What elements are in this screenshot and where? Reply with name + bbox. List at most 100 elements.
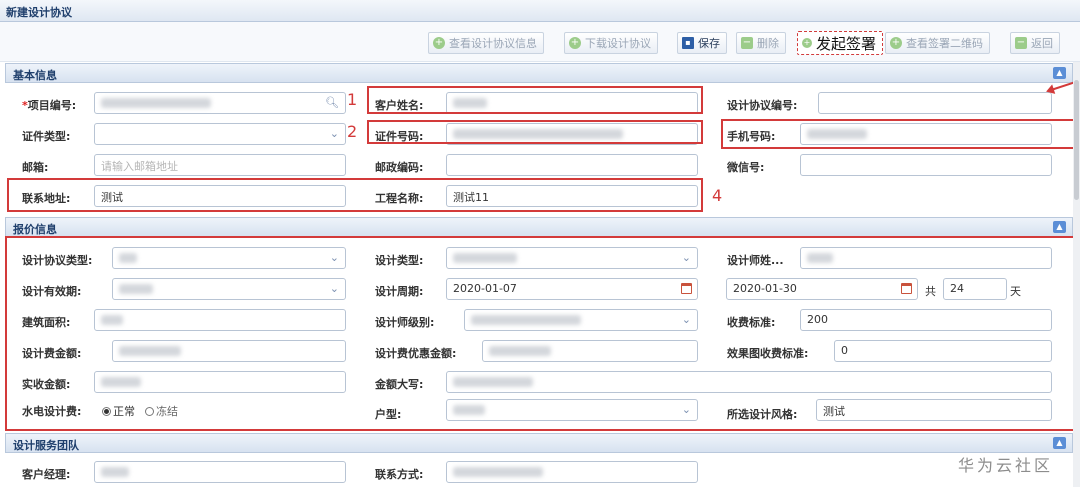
save-button[interactable]: ▪ 保存: [677, 32, 727, 54]
annotation-number-2: 2: [347, 122, 358, 141]
chevron-down-icon: ⌄: [681, 403, 691, 416]
design-type-select[interactable]: ⌄: [446, 247, 698, 269]
design-fee-input[interactable]: [112, 340, 346, 362]
mobile-input[interactable]: [800, 123, 1052, 145]
fee-standard-label: 收费标准:: [727, 316, 776, 329]
project-no-input[interactable]: 🔍︎: [94, 92, 346, 114]
view-signing-qr-button[interactable]: + 查看签署二维码: [885, 32, 990, 54]
discount-label: 设计费优惠金额:: [375, 347, 457, 360]
total-days-input[interactable]: 24: [943, 278, 1007, 300]
mobile-label: 手机号码:: [727, 130, 776, 143]
wechat-input[interactable]: [800, 154, 1052, 176]
chevron-down-icon: ⌄: [681, 313, 691, 326]
chevron-down-icon: ⌄: [329, 251, 339, 264]
mep-fee-label: 水电设计费:: [22, 405, 82, 418]
annotation-number-1: 1: [347, 90, 358, 109]
plus-icon: +: [890, 37, 902, 49]
agreement-no-label: 设计协议编号:: [727, 99, 798, 112]
designer-name-label: 设计师姓...: [727, 254, 784, 267]
email-label: 邮箱:: [22, 161, 49, 174]
search-icon[interactable]: 🔍︎: [325, 96, 339, 109]
plus-icon: +: [802, 38, 812, 48]
window-titlebar: 新建设计协议: [0, 0, 1080, 22]
fee-standard-input[interactable]: 200: [800, 309, 1052, 331]
agreement-no-input[interactable]: [818, 92, 1052, 114]
area-input[interactable]: [94, 309, 346, 331]
id-type-select[interactable]: ⌄: [94, 123, 346, 145]
project-name-input[interactable]: 测试11: [446, 185, 698, 207]
house-type-label: 户型:: [375, 408, 402, 421]
minus-icon: −: [1015, 37, 1027, 49]
house-type-select[interactable]: ⌄: [446, 399, 698, 421]
design-type-label: 设计类型:: [375, 254, 424, 267]
wechat-label: 微信号:: [727, 161, 765, 174]
customer-name-label: 客户姓名:: [375, 99, 424, 112]
agreement-type-select[interactable]: ⌄: [112, 247, 346, 269]
collapse-icon[interactable]: ▲: [1053, 437, 1066, 449]
amount-words-label: 金额大写:: [375, 378, 424, 391]
designer-name-input[interactable]: [800, 247, 1052, 269]
actual-amount-input[interactable]: [94, 371, 346, 393]
contact-input[interactable]: [446, 461, 698, 483]
plus-icon: +: [433, 37, 445, 49]
actual-amount-label: 实收金额:: [22, 378, 71, 391]
download-agreement-button[interactable]: + 下载设计协议: [564, 32, 658, 54]
agreement-type-label: 设计协议类型:: [22, 254, 93, 267]
toolbar: + 查看设计协议信息 + 下载设计协议 ▪ 保存 − 删除 + 发起签署 + 查看签署二维码…: [0, 22, 1080, 62]
contact-label: 联系方式:: [375, 468, 424, 481]
window-title: 新建设计协议: [6, 6, 72, 19]
render-fee-label: 效果图收费标准:: [727, 347, 809, 360]
calendar-icon[interactable]: [681, 283, 692, 294]
period-end-input[interactable]: 2020-01-30: [726, 278, 918, 300]
style-input[interactable]: 测试: [816, 399, 1052, 421]
annotation-number-4: 4: [712, 186, 723, 205]
period-start-input[interactable]: 2020-01-07: [446, 278, 698, 300]
watermark: 华为云社区: [958, 456, 1054, 475]
customer-name-input[interactable]: [446, 92, 698, 114]
address-input[interactable]: 测试: [94, 185, 346, 207]
chevron-down-icon: ⌄: [681, 251, 691, 264]
view-agreement-info-button[interactable]: + 查看设计协议信息: [428, 32, 544, 54]
collapse-icon[interactable]: ▲: [1053, 67, 1066, 79]
validity-select[interactable]: ⌄: [112, 278, 346, 300]
plus-icon: +: [569, 37, 581, 49]
section-service-team: 设计服务团队 ▲: [5, 433, 1073, 453]
days-unit: 天: [1010, 285, 1021, 298]
designer-level-select[interactable]: ⌄: [464, 309, 698, 331]
id-type-label: 证件类型:: [22, 130, 71, 143]
section-quote-info: 报价信息 ▲: [5, 217, 1073, 237]
email-input[interactable]: 请输入邮箱地址: [94, 154, 346, 176]
validity-label: 设计有效期:: [22, 285, 82, 298]
design-fee-label: 设计费金额:: [22, 347, 82, 360]
designer-level-label: 设计师级别:: [375, 316, 435, 329]
project-name-label: 工程名称:: [375, 192, 424, 205]
calendar-icon[interactable]: [901, 283, 912, 294]
address-label: 联系地址:: [22, 192, 71, 205]
period-label: 设计周期:: [375, 285, 424, 298]
amount-words-input[interactable]: [446, 371, 1052, 393]
project-no-label: *项目编号:: [22, 99, 77, 112]
postcode-input[interactable]: [446, 154, 698, 176]
floppy-disk-icon: ▪: [682, 37, 694, 49]
mep-frozen-radio[interactable]: 冻结: [145, 403, 178, 419]
delete-button[interactable]: − 删除: [736, 32, 786, 54]
area-label: 建筑面积:: [22, 316, 71, 329]
render-fee-input[interactable]: 0: [834, 340, 1052, 362]
chevron-down-icon: ⌄: [329, 282, 339, 295]
chevron-down-icon: ⌄: [329, 127, 339, 140]
account-manager-input[interactable]: [94, 461, 346, 483]
collapse-icon[interactable]: ▲: [1053, 221, 1066, 233]
total-prefix: 共: [925, 285, 936, 298]
style-label: 所选设计风格:: [727, 408, 798, 421]
id-no-input[interactable]: [446, 123, 698, 145]
initiate-signing-button[interactable]: + 发起签署: [797, 31, 884, 55]
discount-input[interactable]: [482, 340, 698, 362]
postcode-label: 邮政编码:: [375, 161, 424, 174]
mep-normal-radio[interactable]: 正常: [102, 403, 135, 419]
back-button[interactable]: − 返回: [1010, 32, 1060, 54]
vertical-scrollbar[interactable]: [1073, 62, 1080, 487]
section-basic-info: 基本信息 ▲: [5, 63, 1073, 83]
minus-icon: −: [741, 37, 753, 49]
id-no-label: 证件号码:: [375, 130, 424, 143]
scrollbar-thumb[interactable]: [1074, 80, 1079, 200]
